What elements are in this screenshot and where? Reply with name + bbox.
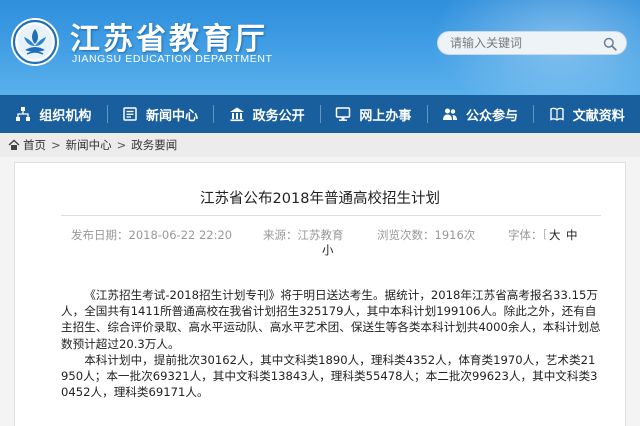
- site-header: 江苏省教育厅 JIANGSU EDUCATION DEPARTMENT: [0, 0, 640, 95]
- view-count: 浏览次数：1916次: [377, 228, 476, 242]
- site-subtitle: JIANGSU EDUCATION DEPARTMENT: [72, 53, 273, 65]
- article-paragraph: 《江苏招生考试-2018招生计划专刊》将于明日送达考生。据统计，2018年江苏省…: [61, 288, 601, 351]
- org-chart-icon: [16, 107, 31, 121]
- education-department-logo-icon[interactable]: [10, 17, 60, 67]
- breadcrumb: 首页 > 新闻中心 > 政务要闻: [0, 133, 640, 157]
- article-paragraph: 本科计划中，提前批次30162人，其中文科类1890人，理科类4352人，体育类…: [61, 352, 598, 400]
- news-icon: [123, 107, 137, 121]
- search-icon[interactable]: [603, 37, 617, 51]
- publish-date: 发布日期：2018-06-22 22:20: [71, 228, 233, 242]
- article-title: 江苏省公布2018年普通高校招生计划: [200, 191, 440, 207]
- nav-item-public-participation[interactable]: 公众参与: [426, 95, 534, 133]
- nav-label: 政务公开: [252, 108, 305, 124]
- article-panel: 江苏省公布2018年普通高校招生计划 发布日期：2018-06-22 22:20…: [14, 162, 626, 426]
- article-source: 来源：江苏教育: [263, 228, 344, 242]
- nav-item-government-affairs[interactable]: 政务公开: [213, 95, 320, 133]
- nav-item-organization[interactable]: 组织机构: [0, 95, 107, 133]
- home-icon: [8, 139, 20, 150]
- site-title: 江苏省教育厅: [70, 22, 268, 57]
- nav-item-documents[interactable]: 文献资料: [533, 95, 640, 133]
- book-icon: [549, 107, 564, 121]
- people-icon: [443, 108, 458, 120]
- font-size-large-button[interactable]: 大: [549, 227, 561, 243]
- nav-item-news[interactable]: 新闻中心: [106, 95, 214, 133]
- nav-label: 公众参与: [466, 108, 519, 124]
- breadcrumb-government-news-link[interactable]: 政务要闻: [131, 137, 177, 153]
- article-body: 《江苏招生考试-2018招生计划专刊》将于明日送达考生。据统计，2018年江苏省…: [61, 287, 601, 400]
- monitor-icon: [336, 107, 351, 121]
- font-size-bracket: [: [543, 227, 548, 241]
- breadcrumb-separator: >: [116, 138, 127, 152]
- breadcrumb-home-link[interactable]: 首页: [23, 137, 46, 153]
- nav-label: 文献资料: [572, 108, 625, 124]
- search-input[interactable]: [450, 35, 590, 51]
- breadcrumb-separator: >: [51, 138, 61, 152]
- font-size-label: 字体：: [508, 228, 543, 242]
- government-icon: [229, 107, 244, 122]
- nav-label: 组织机构: [39, 108, 92, 124]
- nav-label: 网上办事: [359, 108, 412, 124]
- title-divider: [61, 215, 601, 216]
- breadcrumb-news-center-link[interactable]: 新闻中心: [66, 137, 112, 153]
- search-box: [437, 31, 627, 55]
- nav-label: 新闻中心: [146, 108, 199, 124]
- main-nav: 组织机构 新闻中心 政务公开 网上办事 公众参与 文献资料: [0, 95, 640, 133]
- font-size-small-button[interactable]: 小: [322, 242, 334, 258]
- nav-item-online-services[interactable]: 网上办事: [320, 95, 427, 133]
- font-size-medium-button[interactable]: 中: [566, 227, 578, 243]
